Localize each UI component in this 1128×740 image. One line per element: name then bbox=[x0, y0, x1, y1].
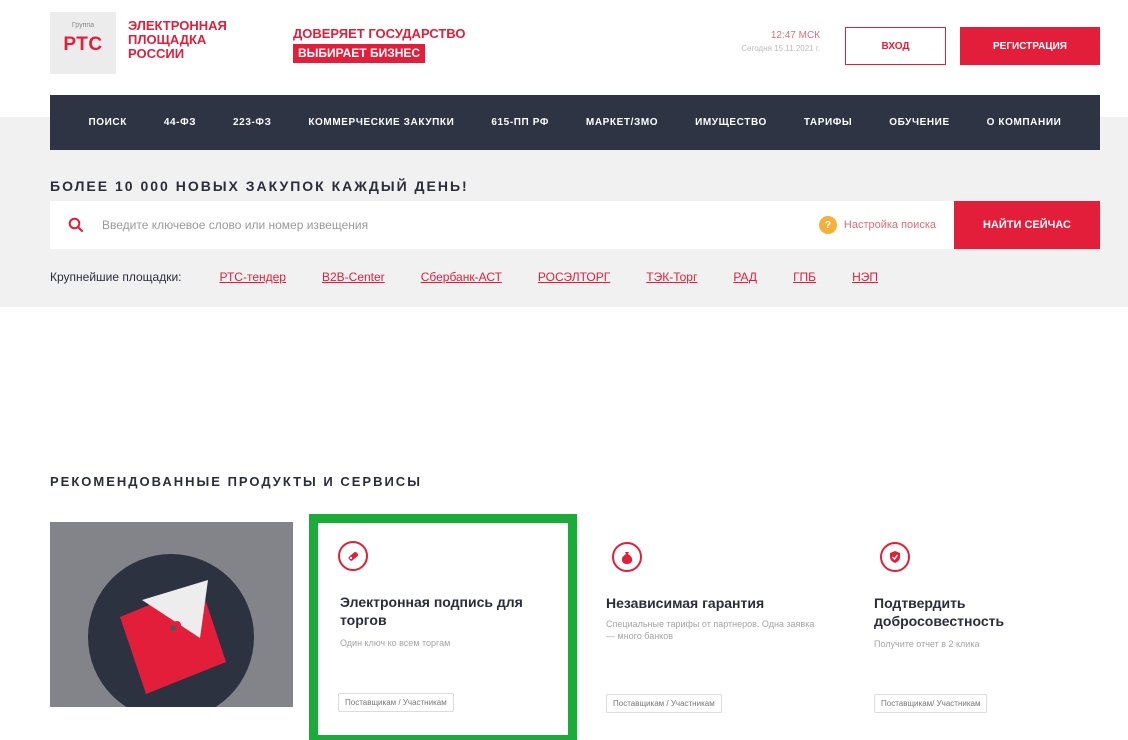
pen-key-icon bbox=[338, 541, 368, 571]
promo-heading: БОЛЕЕ 10 000 НОВЫХ ЗАКУПОК КАЖДЫЙ ДЕНЬ! bbox=[50, 178, 469, 194]
logo-text: ЭЛЕКТРОННАЯ ПЛОЩАДКА РОССИИ bbox=[128, 19, 248, 61]
nav-item-education[interactable]: ОБУЧЕНИЕ bbox=[889, 117, 950, 128]
login-button[interactable]: ВХОД bbox=[845, 27, 946, 65]
platforms-list: Крупнейшие площадки: РТС-тендер B2B-Cent… bbox=[50, 270, 914, 284]
search-settings-label: Настройка поиска bbox=[843, 219, 936, 231]
product-card-guarantee[interactable]: Независимая гарантия Специальные тарифы … bbox=[594, 522, 837, 722]
nav-item-search[interactable]: ПОИСК bbox=[88, 117, 126, 128]
nav-item-tariffs[interactable]: ТАРИФЫ bbox=[804, 117, 852, 128]
nav-item-commercial[interactable]: КОММЕРЧЕСКИЕ ЗАКУПКИ bbox=[308, 117, 454, 128]
card-description: Один ключ ко всем торгам bbox=[340, 638, 451, 648]
slogan-line-1: ДОВЕРЯЕТ ГОСУДАРСТВО bbox=[293, 26, 466, 41]
search-icon[interactable] bbox=[50, 201, 102, 249]
logo-line: РОССИИ bbox=[128, 46, 185, 61]
product-card-e-signature[interactable]: Электронная подпись для торгов Один ключ… bbox=[309, 514, 577, 740]
card-description: Специальные тарифы от партнеров. Одна за… bbox=[606, 619, 815, 641]
logo-mark: РТС bbox=[63, 34, 103, 55]
card-title: Электронная подпись для торгов bbox=[340, 594, 523, 628]
search-bar: ? Настройка поиска НАЙТИ СЕЙЧАС bbox=[50, 201, 1100, 249]
logo-group-label: Группа bbox=[71, 22, 95, 29]
search-input[interactable] bbox=[102, 201, 819, 249]
platform-link[interactable]: РТС-тендер bbox=[220, 270, 286, 284]
platform-link[interactable]: ГПБ bbox=[793, 270, 816, 284]
nav-item-about[interactable]: О КОМПАНИИ bbox=[987, 117, 1062, 128]
card-tag[interactable]: Поставщикам / Участникам bbox=[338, 693, 454, 712]
platforms-label: Крупнейшие площадки: bbox=[50, 270, 182, 284]
card-description: Получите отчет в 2 клика bbox=[874, 639, 980, 649]
card-title: Подтвердить добросовестность bbox=[874, 595, 1005, 629]
platform-link[interactable]: ТЭК-Торг bbox=[646, 270, 697, 284]
nav-item-property[interactable]: ИМУЩЕСТВО bbox=[695, 117, 767, 128]
header: Группа РТС ЭЛЕКТРОННАЯ ПЛОЩАДКА РОССИИ Д… bbox=[0, 0, 1128, 90]
slogan: ДОВЕРЯЕТ ГОСУДАРСТВО ВЫБИРАЕТ БИЗНЕС bbox=[293, 26, 465, 63]
promo-envelope-image[interactable] bbox=[50, 522, 293, 707]
date-value: Сегодня 15.11.2021 г. bbox=[741, 44, 820, 53]
main-nav: ПОИСК 44-ФЗ 223-ФЗ КОММЕРЧЕСКИЕ ЗАКУПКИ … bbox=[50, 95, 1100, 150]
shield-check-icon bbox=[880, 542, 910, 572]
register-button[interactable]: РЕГИСТРАЦИЯ bbox=[960, 27, 1100, 65]
nav-item-44fz[interactable]: 44-ФЗ bbox=[164, 117, 196, 128]
card-title: Независимая гарантия bbox=[606, 595, 765, 611]
card-tag[interactable]: Поставщикам / Участникам bbox=[606, 694, 722, 713]
search-settings-link[interactable]: ? Настройка поиска bbox=[818, 216, 936, 234]
money-bag-icon bbox=[612, 542, 642, 572]
recommended-heading: РЕКОМЕНДОВАННЫЕ ПРОДУКТЫ И СЕРВИСЫ bbox=[50, 474, 422, 489]
find-button[interactable]: НАЙТИ СЕЙЧАС bbox=[954, 201, 1100, 249]
help-icon: ? bbox=[818, 216, 837, 234]
card-tag[interactable]: Поставщикам/ Участникам bbox=[874, 694, 988, 713]
platform-link[interactable]: РАД bbox=[733, 270, 757, 284]
platform-link[interactable]: Сбербанк-АСТ bbox=[421, 270, 502, 284]
logo[interactable]: Группа РТС bbox=[50, 12, 116, 74]
time-value: 12:47 МСК bbox=[770, 30, 820, 41]
nav-item-223fz[interactable]: 223-ФЗ bbox=[233, 117, 271, 128]
platform-link[interactable]: РОСЭЛТОРГ bbox=[538, 270, 610, 284]
slogan-line-2: ВЫБИРАЕТ БИЗНЕС bbox=[293, 44, 426, 63]
platform-link[interactable]: НЭП bbox=[852, 270, 878, 284]
nav-item-615pp[interactable]: 615-ПП РФ bbox=[491, 117, 549, 128]
logo-line: ПЛОЩАДКА bbox=[128, 32, 207, 47]
platform-link[interactable]: B2B-Center bbox=[322, 270, 385, 284]
logo-line: ЭЛЕКТРОННАЯ bbox=[128, 18, 227, 33]
product-card-integrity[interactable]: Подтвердить добросовестность Получите от… bbox=[862, 522, 1105, 722]
server-time: 12:47 МСК Сегодня 15.11.2021 г. bbox=[690, 30, 820, 53]
nav-item-market[interactable]: МАРКЕТ/ЗМО bbox=[586, 117, 658, 128]
